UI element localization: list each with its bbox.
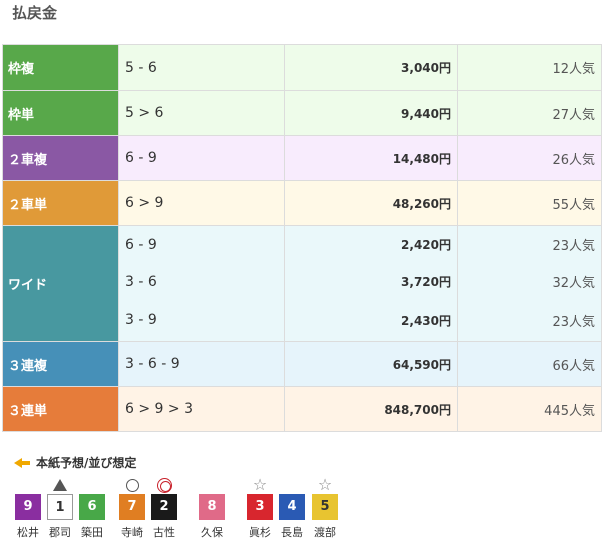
payout-row-nishatan: ２車単 6 > 9 48,260円 55人気 — [2, 180, 602, 226]
racer-card: 4 長島 — [279, 476, 305, 540]
racer-name: 古性 — [153, 526, 175, 539]
popularity-rank: 66人気 — [457, 341, 602, 387]
star-icon: ☆ — [317, 475, 333, 494]
racer-card: 7 寺崎 — [119, 476, 145, 540]
combination: 5 > 6 — [118, 90, 285, 136]
popularity-rank: 12人気 — [457, 44, 602, 91]
racer-card: 9 松井 — [15, 476, 41, 540]
bet-type-label: ３連複 — [2, 341, 119, 387]
prediction-mark — [151, 476, 177, 494]
bet-type-label: ２車複 — [2, 135, 119, 181]
combination: 6 - 9 — [118, 225, 285, 264]
combination: 6 > 9 — [118, 180, 285, 226]
bet-type-label: 枠単 — [2, 90, 119, 136]
racer-card: 6 築田 — [79, 476, 105, 540]
racer-number: 8 — [199, 494, 225, 520]
arrow-left-icon — [14, 457, 32, 469]
combination: 3 - 6 — [118, 263, 285, 300]
racer-number: 2 — [151, 494, 177, 520]
popularity-rank: 23人気 — [457, 299, 602, 342]
star-icon: ☆ — [252, 475, 268, 494]
payout-amount: 48,260円 — [284, 180, 458, 226]
racer-name: 眞杉 — [249, 526, 271, 539]
combination: 5 - 6 — [118, 44, 285, 91]
racer-number: 5 — [312, 494, 338, 520]
payout-amount: 2,430円 — [284, 299, 458, 342]
payout-row-nishafuku: ２車複 6 - 9 14,480円 26人気 — [2, 135, 602, 181]
payout-amount: 9,440円 — [284, 90, 458, 136]
racer-name: 築田 — [81, 526, 103, 539]
bet-type-label: 枠複 — [2, 44, 119, 91]
racer-card: 8 久保 — [199, 476, 225, 540]
racer-name: 長島 — [281, 526, 303, 539]
double-circle-icon — [156, 478, 172, 493]
racer-lineup: 9 松井 1 郡司 6 築田 7 寺崎 2 古性 8 久保 ☆ 3 眞杉 4 長島 ☆ 5 渡部 — [0, 476, 605, 552]
page-title: 払戻金 — [12, 4, 58, 22]
popularity-rank: 26人気 — [457, 135, 602, 181]
bet-type-label: ３連単 — [2, 386, 119, 432]
prediction-mark — [15, 476, 41, 494]
racer-number: 1 — [47, 494, 73, 520]
bet-type-label: ワイド — [2, 225, 119, 342]
lineup-section-title: 本紙予想/並び想定 — [14, 454, 136, 471]
popularity-rank: 32人気 — [457, 263, 602, 300]
payout-amount: 64,590円 — [284, 341, 458, 387]
popularity-rank: 445人気 — [457, 386, 602, 432]
popularity-rank: 55人気 — [457, 180, 602, 226]
prediction-mark — [279, 476, 305, 494]
racer-name: 寺崎 — [121, 526, 143, 539]
prediction-mark: ☆ — [247, 476, 273, 494]
combination: 6 > 9 > 3 — [118, 386, 285, 432]
racer-name: 久保 — [201, 526, 223, 539]
popularity-rank: 23人気 — [457, 225, 602, 264]
popularity-rank: 27人気 — [457, 90, 602, 136]
payout-amount: 3,720円 — [284, 263, 458, 300]
prediction-mark — [119, 476, 145, 494]
payout-amount: 2,420円 — [284, 225, 458, 264]
payout-amount: 848,700円 — [284, 386, 458, 432]
payout-amount: 3,040円 — [284, 44, 458, 91]
racer-card: ☆ 3 眞杉 — [247, 476, 273, 540]
payout-row-wakufuku: 枠複 5 - 6 3,040円 12人気 — [2, 44, 602, 91]
prediction-mark: ☆ — [312, 476, 338, 494]
racer-number: 3 — [247, 494, 273, 520]
prediction-mark — [47, 476, 73, 494]
prediction-mark — [199, 476, 225, 494]
racer-name: 渡部 — [314, 526, 336, 539]
bet-type-label: ２車単 — [2, 180, 119, 226]
racer-card: 2 古性 — [151, 476, 177, 540]
payout-row-sanrenpuku: ３連複 3 - 6 - 9 64,590円 66人気 — [2, 341, 602, 387]
combination: 3 - 6 - 9 — [118, 341, 285, 387]
racer-name: 郡司 — [49, 526, 71, 539]
racer-number: 6 — [79, 494, 105, 520]
racer-number: 9 — [15, 494, 41, 520]
payout-row-wakutan: 枠単 5 > 6 9,440円 27人気 — [2, 90, 602, 136]
racer-number: 4 — [279, 494, 305, 520]
racer-card: ☆ 5 渡部 — [312, 476, 338, 540]
racer-name: 松井 — [17, 526, 39, 539]
lineup-title-text: 本紙予想/並び想定 — [36, 456, 137, 470]
payout-row-wide-1: ワイド 6 - 9 2,420円 23人気 — [2, 225, 602, 342]
payout-row-sanrentan: ３連単 6 > 9 > 3 848,700円 445人気 — [2, 386, 602, 432]
racer-card: 1 郡司 — [47, 476, 73, 540]
triangle-icon — [53, 479, 67, 491]
payout-table: 枠複 5 - 6 3,040円 12人気 枠単 5 > 6 9,440円 27人… — [2, 44, 602, 432]
prediction-mark — [79, 476, 105, 494]
combination: 6 - 9 — [118, 135, 285, 181]
circle-icon — [125, 479, 139, 492]
payout-amount: 14,480円 — [284, 135, 458, 181]
racer-number: 7 — [119, 494, 145, 520]
combination: 3 - 9 — [118, 299, 285, 342]
